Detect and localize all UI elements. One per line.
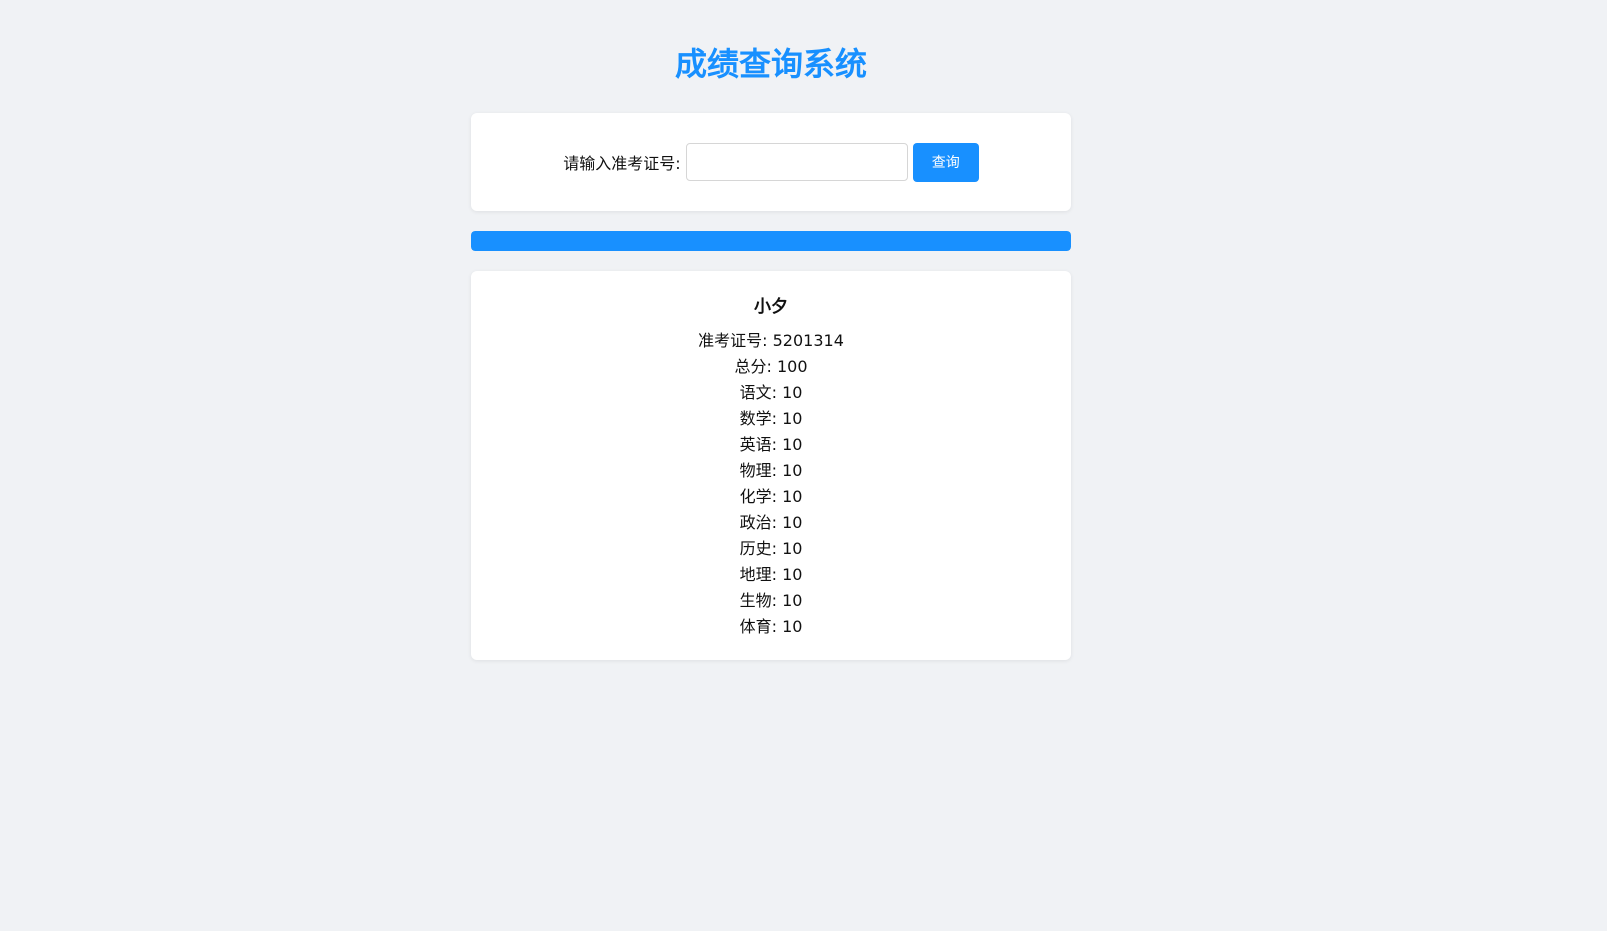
result-value: 10 (782, 565, 803, 584)
result-label: 语文 (739, 383, 772, 402)
result-label: 数学 (739, 409, 772, 428)
result-value: 5201314 (772, 331, 844, 350)
result-value: 10 (782, 539, 803, 558)
result-value: 100 (776, 357, 808, 376)
result-label: 化学 (739, 487, 772, 506)
result-value: 10 (782, 383, 803, 402)
result-value: 10 (782, 487, 803, 506)
result-label: 物理 (739, 461, 772, 480)
result-label: 历史 (739, 539, 772, 558)
result-row-chemistry: 化学: 10 (739, 487, 803, 506)
result-value: 10 (782, 617, 803, 636)
result-row-ticket-number: 准考证号: 5201314 (698, 331, 844, 350)
progress-bar-fill (471, 231, 1071, 251)
result-label: 准考证号 (698, 331, 763, 350)
student-name: 小夕 (754, 297, 788, 317)
result-label: 政治 (739, 513, 772, 532)
result-list: 准考证号: 5201314 总分: 100 语文: 10 数学: 10 英语: … (471, 328, 1071, 640)
result-label: 地理 (739, 565, 772, 584)
result-row-politics: 政治: 10 (739, 513, 803, 532)
result-value: 10 (782, 591, 803, 610)
result-row-pe: 体育: 10 (739, 617, 803, 636)
progress-bar (471, 231, 1071, 251)
page-title: 成绩查询系统 (674, 45, 867, 83)
result-row-history: 历史: 10 (739, 539, 803, 558)
result-value: 10 (782, 409, 803, 428)
result-row-geography: 地理: 10 (739, 565, 803, 584)
result-label: 体育 (739, 617, 772, 636)
result-value: 10 (782, 513, 803, 532)
ticket-number-label: 请输入准考证号: (563, 154, 681, 173)
result-row-english: 英语: 10 (739, 435, 803, 454)
result-row-chinese: 语文: 10 (739, 383, 803, 402)
result-row-total: 总分: 100 (734, 357, 808, 376)
result-row-physics: 物理: 10 (739, 461, 803, 480)
result-value: 10 (782, 461, 803, 480)
result-label: 总分 (734, 357, 767, 376)
result-label: 生物 (739, 591, 772, 610)
result-value: 10 (782, 435, 803, 454)
result-row-biology: 生物: 10 (739, 591, 803, 610)
result-row-math: 数学: 10 (739, 409, 803, 428)
result-card: 小夕 准考证号: 5201314 总分: 100 语文: 10 数学: 10 英… (471, 271, 1071, 660)
query-button[interactable]: 查询 (912, 142, 979, 182)
result-label: 英语 (739, 435, 772, 454)
search-card: 请输入准考证号: 查询 (471, 113, 1071, 211)
ticket-number-input[interactable] (685, 143, 908, 181)
